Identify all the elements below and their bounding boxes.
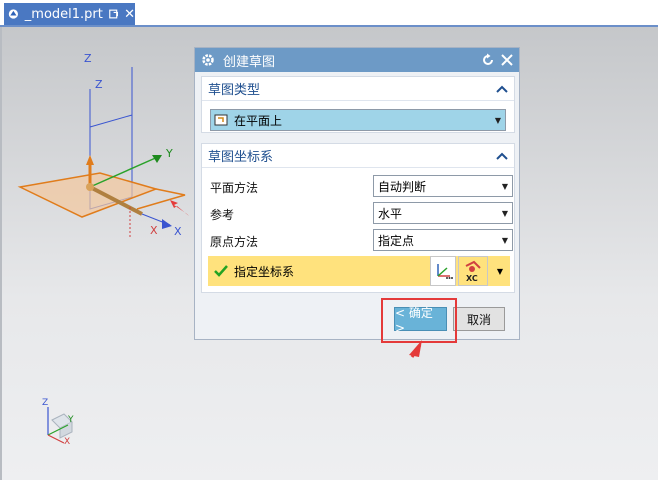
part-file-icon (8, 9, 19, 19)
chevron-down-icon: ▼ (501, 235, 509, 245)
x-axis-label: X (174, 225, 182, 238)
sketch-csys-title: 草图坐标系 (208, 150, 274, 165)
tab-title: _model1.prt (24, 6, 103, 22)
chevron-down-icon: ▼ (496, 266, 504, 276)
close-icon[interactable] (501, 54, 513, 66)
dialog-title: 创建草图 (223, 54, 276, 70)
csys-dialog-icon (437, 264, 453, 279)
origin-method-value: 指定点 (378, 233, 415, 248)
cancel-button[interactable]: 取消 (453, 307, 505, 331)
z-axis-label: Z (95, 78, 103, 91)
plane-method-value: 自动判断 (378, 179, 427, 194)
xc-label: XC (466, 274, 478, 283)
csys-xc-icon: XC (465, 260, 481, 283)
sketch-csys-group: 草图坐标系 平面方法 自动判断 ▼ 参考 水平 ▼ 原点方法 指定点 ▼ 指定坐… (201, 143, 515, 293)
sketch-type-group: 草图类型 在平面上 ▼ (201, 76, 515, 133)
chevron-up-icon[interactable] (496, 151, 508, 161)
chevron-down-icon: ▼ (494, 115, 502, 125)
sketch-type-title: 草图类型 (208, 83, 261, 98)
create-sketch-dialog: 创建草图 草图类型 在平面上 ▼ 草图坐标系 平面方法 自动判断 ▼ 参考 水平… (194, 47, 520, 340)
triad-y-label: Y (68, 415, 74, 425)
document-tab[interactable]: _model1.prt ✕ (4, 3, 135, 25)
plane-method-label: 平面方法 (210, 181, 259, 195)
ok-button[interactable]: < 确定 > (394, 306, 447, 335)
triad-x-label: X (64, 437, 71, 447)
specify-csys-row[interactable]: 指定坐标系 XC ▼ (208, 256, 510, 286)
sketch-type-value: 在平面上 (234, 113, 283, 128)
chevron-down-icon: ▼ (501, 208, 509, 218)
document-icon[interactable] (109, 8, 118, 20)
y-axis-label: Y (166, 147, 173, 160)
csys-xc-button[interactable]: XC (458, 256, 488, 286)
check-icon (214, 265, 228, 277)
plane-icon (214, 114, 228, 126)
csys-dialog-button[interactable] (430, 256, 456, 286)
gear-icon (202, 54, 214, 66)
triad-z-label: Z (42, 398, 49, 408)
reference-select[interactable]: 水平 ▼ (373, 202, 513, 224)
sketch-type-select[interactable]: 在平面上 ▼ (210, 109, 506, 131)
plane-method-select[interactable]: 自动判断 ▼ (373, 175, 513, 197)
chevron-down-icon: ▼ (501, 181, 509, 191)
csys-dropdown-button[interactable]: ▼ (490, 256, 510, 286)
origin-method-select[interactable]: 指定点 ▼ (373, 229, 513, 251)
x-axis-label-red: X (150, 224, 158, 237)
chevron-up-icon[interactable] (496, 84, 508, 94)
specify-csys-label: 指定坐标系 (234, 264, 295, 279)
tab-close-icon[interactable]: ✕ (124, 8, 135, 21)
sketch-csys-header[interactable]: 草图坐标系 (202, 144, 514, 168)
dialog-title-bar[interactable]: 创建草图 (195, 48, 519, 72)
z-axis-label-top: Z (84, 52, 92, 65)
reference-label: 参考 (210, 208, 235, 222)
sketch-type-header[interactable]: 草图类型 (202, 77, 514, 101)
reset-icon[interactable] (481, 53, 495, 67)
origin-method-label: 原点方法 (210, 235, 259, 249)
document-tab-bar: _model1.prt ✕ (0, 0, 658, 27)
reference-value: 水平 (378, 206, 403, 221)
